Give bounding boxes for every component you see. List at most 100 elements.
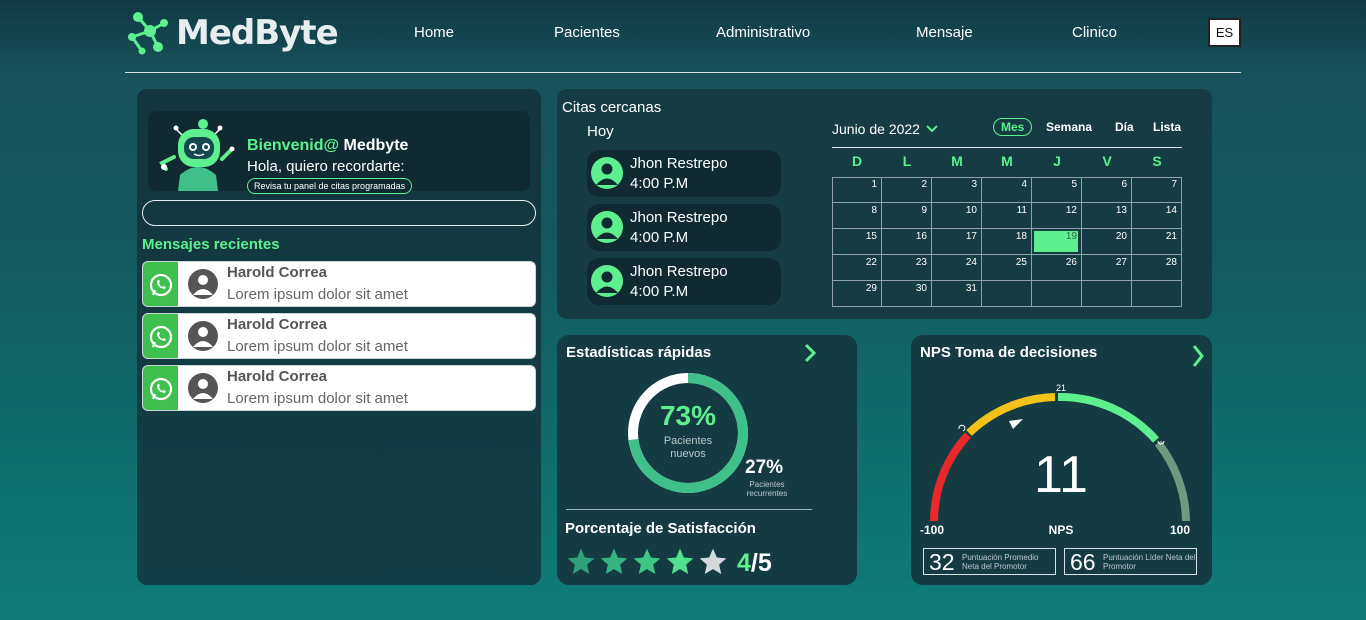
satisfaction-title: Porcentaje de Satisfacción — [565, 520, 756, 537]
calendar-day[interactable]: 29 — [832, 281, 882, 307]
message-sender: Harold Correa — [227, 368, 328, 385]
month-selector[interactable]: Junio de 2022 — [832, 121, 938, 137]
view-month-button[interactable]: Mes — [993, 118, 1033, 136]
avatar — [188, 269, 218, 299]
welcome-greeting: Bienvenid@ — [247, 137, 340, 154]
medbyte-logo[interactable]: MedByte — [128, 10, 339, 56]
appointment-item[interactable]: Jhon Restrepo 4:00 P.M — [587, 204, 781, 251]
calendar-day[interactable]: 20 — [1082, 229, 1132, 255]
calendar-day[interactable]: 8 — [832, 203, 882, 229]
message-preview: Lorem ipsum dolor sit amet — [227, 390, 408, 407]
calendar-day[interactable]: 11 — [982, 203, 1032, 229]
satisfaction-score-max: /5 — [750, 549, 772, 577]
weekday-label: L — [902, 153, 912, 169]
calendar-day[interactable]: 22 — [832, 255, 882, 281]
calendar-day[interactable]: 26 — [1032, 255, 1082, 281]
nav-pacientes[interactable]: Pacientes — [554, 24, 620, 41]
view-week-button[interactable]: Semana — [1046, 120, 1092, 134]
calendar-day[interactable]: 16 — [882, 229, 932, 255]
star-filled-icon — [567, 548, 595, 574]
nps-label: NPS — [1048, 523, 1074, 537]
view-list-button[interactable]: Lista — [1153, 120, 1181, 134]
appointment-time: 4:00 P.M — [630, 229, 689, 246]
appointment-item[interactable]: Jhon Restrepo 4:00 P.M — [587, 258, 781, 305]
calendar-day[interactable]: 15 — [832, 229, 882, 255]
welcome-name: Medbyte — [343, 137, 409, 154]
appointment-patient: Jhon Restrepo — [630, 209, 728, 226]
calendar-day[interactable]: 24 — [932, 255, 982, 281]
calendar-day[interactable]: 12 — [1032, 203, 1082, 229]
stats-divider — [566, 509, 812, 510]
calendar-day[interactable]: 27 — [1082, 255, 1132, 281]
nav-clinico[interactable]: Clinico — [1072, 24, 1117, 41]
top-bar: MedByte Home Pacientes Administrativo Me… — [0, 0, 1366, 72]
nav-home[interactable]: Home — [414, 24, 454, 41]
calendar-day[interactable]: 10 — [932, 203, 982, 229]
chevron-right-icon[interactable] — [803, 343, 817, 363]
calendar-day[interactable]: 31 — [932, 281, 982, 307]
star-empty-icon — [699, 548, 727, 574]
recent-messages-title: Mensajes recientes — [142, 236, 280, 253]
calendar-day[interactable]: 9 — [882, 203, 932, 229]
satisfaction-score: 4/5 — [737, 549, 772, 578]
promoter-average-value: 32 — [929, 549, 955, 575]
message-item[interactable]: Harold Correa Lorem ipsum dolor sit amet — [142, 313, 536, 359]
gauge-promoter-segment — [1057, 392, 1159, 443]
molecule-icon — [128, 12, 168, 55]
chevron-right-icon[interactable] — [1191, 343, 1205, 369]
satisfaction-score-value: 4 — [737, 549, 751, 577]
gauge-top-segment — [1154, 440, 1190, 522]
user-icon — [591, 265, 623, 297]
calendar-day[interactable]: 5 — [1032, 177, 1082, 203]
appointment-time: 4:00 P.M — [630, 175, 689, 192]
calendar-day[interactable]: 21 — [1132, 229, 1182, 255]
calendar-day[interactable]: 17 — [932, 229, 982, 255]
calendar-day[interactable]: 1 — [832, 177, 882, 203]
calendar-divider — [832, 147, 1182, 148]
leader-score-value: 66 — [1070, 549, 1096, 575]
calendar-day[interactable]: 30 — [882, 281, 932, 307]
calendar-day[interactable]: 2 — [882, 177, 932, 203]
appointment-patient: Jhon Restrepo — [630, 263, 728, 280]
nps-max-label: 100 — [1170, 523, 1191, 537]
brand-name: MedByte — [176, 13, 339, 53]
calendar-day[interactable]: 7 — [1132, 177, 1182, 203]
left-panel: Bienvenid@ Medbyte Hola, quiero recordar… — [137, 89, 541, 585]
appointment-item[interactable]: Jhon Restrepo 4:00 P.M — [587, 150, 781, 197]
calendar-day[interactable]: 14 — [1132, 203, 1182, 229]
nav-mensaje[interactable]: Mensaje — [916, 24, 973, 41]
calendar-grid: 1 2 3 4 5 6 7 8 9 10 11 12 13 14 15 16 17 18 19 20 21 22 23 24 2… — [832, 177, 1182, 307]
weekday-label: V — [1102, 153, 1112, 169]
star-filled-icon — [600, 548, 628, 574]
search-input[interactable] — [142, 200, 536, 226]
welcome-title: Bienvenid@ Medbyte — [247, 137, 408, 155]
new-patients-percent: 73% — [659, 400, 717, 431]
gauge-tick-label: 21 — [1055, 383, 1066, 393]
message-item[interactable]: Harold Correa Lorem ipsum dolor sit amet — [142, 261, 536, 307]
calendar-day — [1082, 281, 1132, 307]
calendar-day[interactable]: 4 — [982, 177, 1032, 203]
gauge-pointer — [1009, 419, 1023, 429]
promoter-average-box: 32 Puntuación Promedio Neta del Promotor — [923, 548, 1056, 575]
calendar-day[interactable]: 23 — [882, 255, 932, 281]
calendar-day[interactable]: 28 — [1132, 255, 1182, 281]
appointments-reminder-button[interactable]: Revisa tu panel de citas programadas — [247, 178, 413, 194]
calendar-day[interactable]: 25 — [982, 255, 1032, 281]
view-day-button[interactable]: Día — [1115, 120, 1134, 134]
quick-stats-panel: Estadísticas rápidas 73% Pacientes nuevo… — [557, 335, 857, 585]
nav-administrativo[interactable]: Administrativo — [716, 24, 810, 41]
welcome-card: Bienvenid@ Medbyte Hola, quiero recordar… — [148, 111, 530, 194]
appointment-patient: Jhon Restrepo — [630, 155, 728, 172]
weekday-label: M — [1001, 153, 1013, 169]
appointments-title: Citas cercanas — [562, 99, 662, 116]
month-label: Junio de 2022 — [832, 121, 920, 137]
calendar-day[interactable]: 6 — [1082, 177, 1132, 203]
message-item[interactable]: Harold Correa Lorem ipsum dolor sit amet — [142, 365, 536, 411]
message-preview: Lorem ipsum dolor sit amet — [227, 338, 408, 355]
calendar-day[interactable]: 13 — [1082, 203, 1132, 229]
calendar-day-selected[interactable]: 19 — [1032, 229, 1082, 255]
language-button[interactable]: ES — [1208, 18, 1241, 47]
calendar-day[interactable]: 3 — [932, 177, 982, 203]
calendar-day[interactable]: 18 — [982, 229, 1032, 255]
gauge-passive-segment — [966, 393, 1056, 436]
